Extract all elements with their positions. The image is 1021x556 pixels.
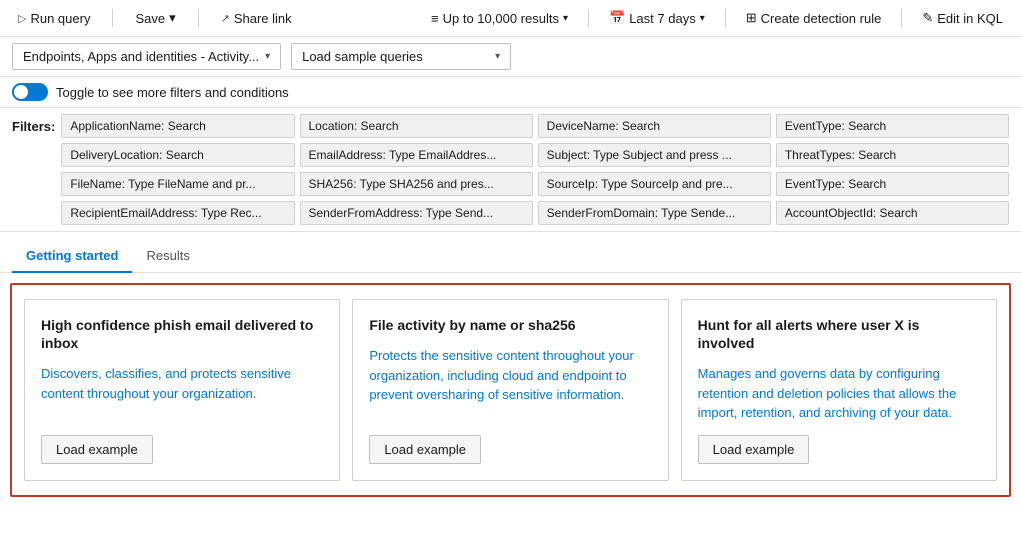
filter-pill[interactable]: EventType: Search — [776, 114, 1009, 138]
endpoints-dropdown-caret: ▾ — [265, 51, 270, 62]
filter-pill[interactable]: EventType: Search — [776, 172, 1009, 196]
toolbar: ▷ Run query Save ▾ ↗ Share link ≡ Up to … — [0, 0, 1021, 37]
edit-icon: ✎ — [922, 10, 933, 26]
cards-area: High confidence phish email delivered to… — [10, 283, 1011, 497]
filter-pill[interactable]: SenderFromAddress: Type Send... — [300, 201, 533, 225]
card-desc-0: Discovers, classifies, and protects sens… — [41, 364, 323, 423]
time-range-caret: ▾ — [700, 13, 705, 24]
card-1: File activity by name or sha256 Protects … — [352, 299, 668, 481]
filter-pill[interactable]: DeviceName: Search — [538, 114, 771, 138]
divider-1 — [112, 9, 113, 27]
card-desc-1: Protects the sensitive content throughou… — [369, 346, 651, 423]
filters-grid: ApplicationName: SearchLocation: SearchD… — [61, 114, 1009, 225]
tab-getting-started[interactable]: Getting started — [12, 240, 132, 273]
card-title-1: File activity by name or sha256 — [369, 316, 651, 334]
sample-queries-caret: ▾ — [495, 51, 500, 62]
toolbar-right: ≡ Up to 10,000 results ▾ 📅 Last 7 days ▾… — [425, 6, 1009, 30]
results-limit-label: Up to 10,000 results — [443, 11, 559, 26]
filter-pill[interactable]: SourceIp: Type SourceIp and pre... — [538, 172, 771, 196]
filter-pill[interactable]: ThreatTypes: Search — [776, 143, 1009, 167]
filter-pill[interactable]: EmailAddress: Type EmailAddres... — [300, 143, 533, 167]
toggle-label: Toggle to see more filters and condition… — [56, 85, 289, 100]
filters-section: Filters: ApplicationName: SearchLocation… — [0, 108, 1021, 232]
save-caret-icon: ▾ — [169, 10, 176, 26]
toggle-row: Toggle to see more filters and condition… — [0, 77, 1021, 108]
sample-queries-dropdown[interactable]: Load sample queries ▾ — [291, 43, 511, 70]
filter-pill[interactable]: ApplicationName: Search — [61, 114, 294, 138]
dropdowns-row: Endpoints, Apps and identities - Activit… — [0, 37, 1021, 77]
calendar-icon: 📅 — [609, 10, 625, 26]
filters-label: Filters: — [12, 114, 55, 134]
time-range-label: Last 7 days — [629, 11, 696, 26]
create-rule-label: Create detection rule — [761, 11, 882, 26]
card-load-button-1[interactable]: Load example — [369, 435, 481, 464]
edit-kql-button[interactable]: ✎ Edit in KQL — [916, 6, 1009, 30]
filters-row: Filters: ApplicationName: SearchLocation… — [12, 114, 1009, 225]
card-title-0: High confidence phish email delivered to… — [41, 316, 323, 352]
sample-queries-label: Load sample queries — [302, 49, 489, 64]
save-button[interactable]: Save ▾ — [129, 6, 181, 30]
card-desc-2: Manages and governs data by configuring … — [698, 364, 980, 423]
results-limit-icon: ≡ — [431, 11, 439, 26]
card-load-button-2[interactable]: Load example — [698, 435, 810, 464]
filter-pill[interactable]: FileName: Type FileName and pr... — [61, 172, 294, 196]
share-link-label: Share link — [234, 11, 292, 26]
results-limit-caret: ▾ — [563, 13, 568, 24]
divider-3 — [588, 9, 589, 27]
tabs-row: Getting started Results — [0, 240, 1021, 273]
card-title-2: Hunt for all alerts where user X is invo… — [698, 316, 980, 352]
edit-kql-label: Edit in KQL — [937, 11, 1003, 26]
endpoints-dropdown[interactable]: Endpoints, Apps and identities - Activit… — [12, 43, 281, 70]
filter-pill[interactable]: Subject: Type Subject and press ... — [538, 143, 771, 167]
filter-pill[interactable]: Location: Search — [300, 114, 533, 138]
filter-pill[interactable]: AccountObjectId: Search — [776, 201, 1009, 225]
endpoints-dropdown-label: Endpoints, Apps and identities - Activit… — [23, 49, 259, 64]
time-range-button[interactable]: 📅 Last 7 days ▾ — [603, 6, 711, 30]
play-icon: ▷ — [18, 12, 26, 25]
rule-icon: ⊞ — [746, 10, 757, 26]
toggle-switch[interactable] — [12, 83, 48, 101]
filter-pill[interactable]: SHA256: Type SHA256 and pres... — [300, 172, 533, 196]
cards-grid: High confidence phish email delivered to… — [24, 299, 997, 481]
create-rule-button[interactable]: ⊞ Create detection rule — [740, 6, 888, 30]
filter-pill[interactable]: RecipientEmailAddress: Type Rec... — [61, 201, 294, 225]
filter-pill[interactable]: DeliveryLocation: Search — [61, 143, 294, 167]
share-link-button[interactable]: ↗ Share link — [215, 7, 298, 30]
results-limit-button[interactable]: ≡ Up to 10,000 results ▾ — [425, 7, 574, 30]
divider-2 — [198, 9, 199, 27]
card-0: High confidence phish email delivered to… — [24, 299, 340, 481]
save-label: Save — [135, 11, 165, 26]
card-2: Hunt for all alerts where user X is invo… — [681, 299, 997, 481]
divider-5 — [901, 9, 902, 27]
divider-4 — [725, 9, 726, 27]
filter-pill[interactable]: SenderFromDomain: Type Sende... — [538, 201, 771, 225]
tab-results[interactable]: Results — [132, 240, 203, 273]
run-query-button[interactable]: ▷ Run query — [12, 7, 96, 30]
run-query-label: Run query — [30, 11, 90, 26]
card-load-button-0[interactable]: Load example — [41, 435, 153, 464]
share-icon: ↗ — [221, 12, 230, 25]
